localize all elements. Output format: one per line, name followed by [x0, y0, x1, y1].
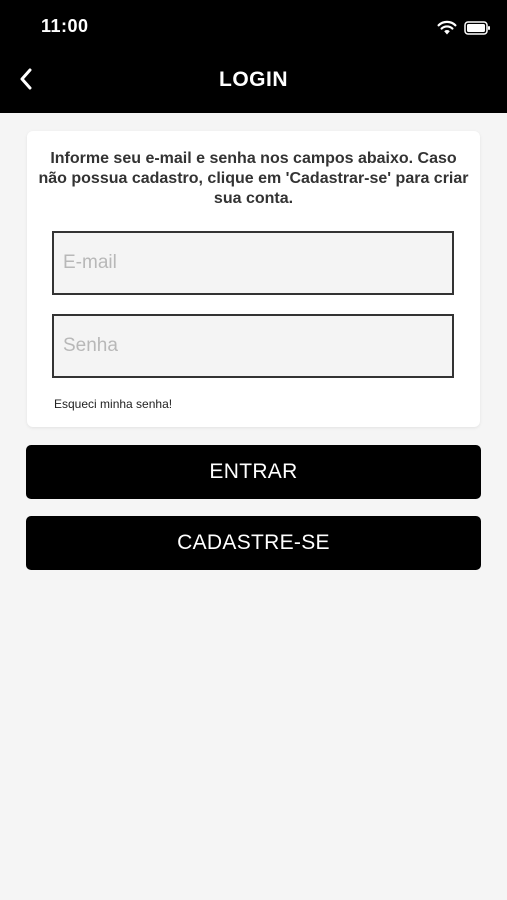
enter-button[interactable]: ENTRAR: [26, 445, 481, 499]
battery-icon: [464, 20, 491, 40]
status-time: 11:00: [41, 16, 89, 36]
app-header: 11:00 LOGIN: [0, 0, 507, 113]
instructions-text: Informe seu e-mail e senha nos campos ab…: [38, 150, 469, 207]
forgot-password-link[interactable]: Esqueci minha senha!: [54, 397, 172, 411]
page-title: LOGIN: [219, 68, 288, 91]
status-icons: [437, 20, 491, 40]
login-card: Informe seu e-mail e senha nos campos ab…: [27, 131, 480, 427]
wifi-icon: [437, 20, 457, 40]
password-field[interactable]: [52, 314, 454, 378]
register-button[interactable]: CADASTRE-SE: [26, 516, 481, 570]
email-field[interactable]: [52, 231, 454, 295]
